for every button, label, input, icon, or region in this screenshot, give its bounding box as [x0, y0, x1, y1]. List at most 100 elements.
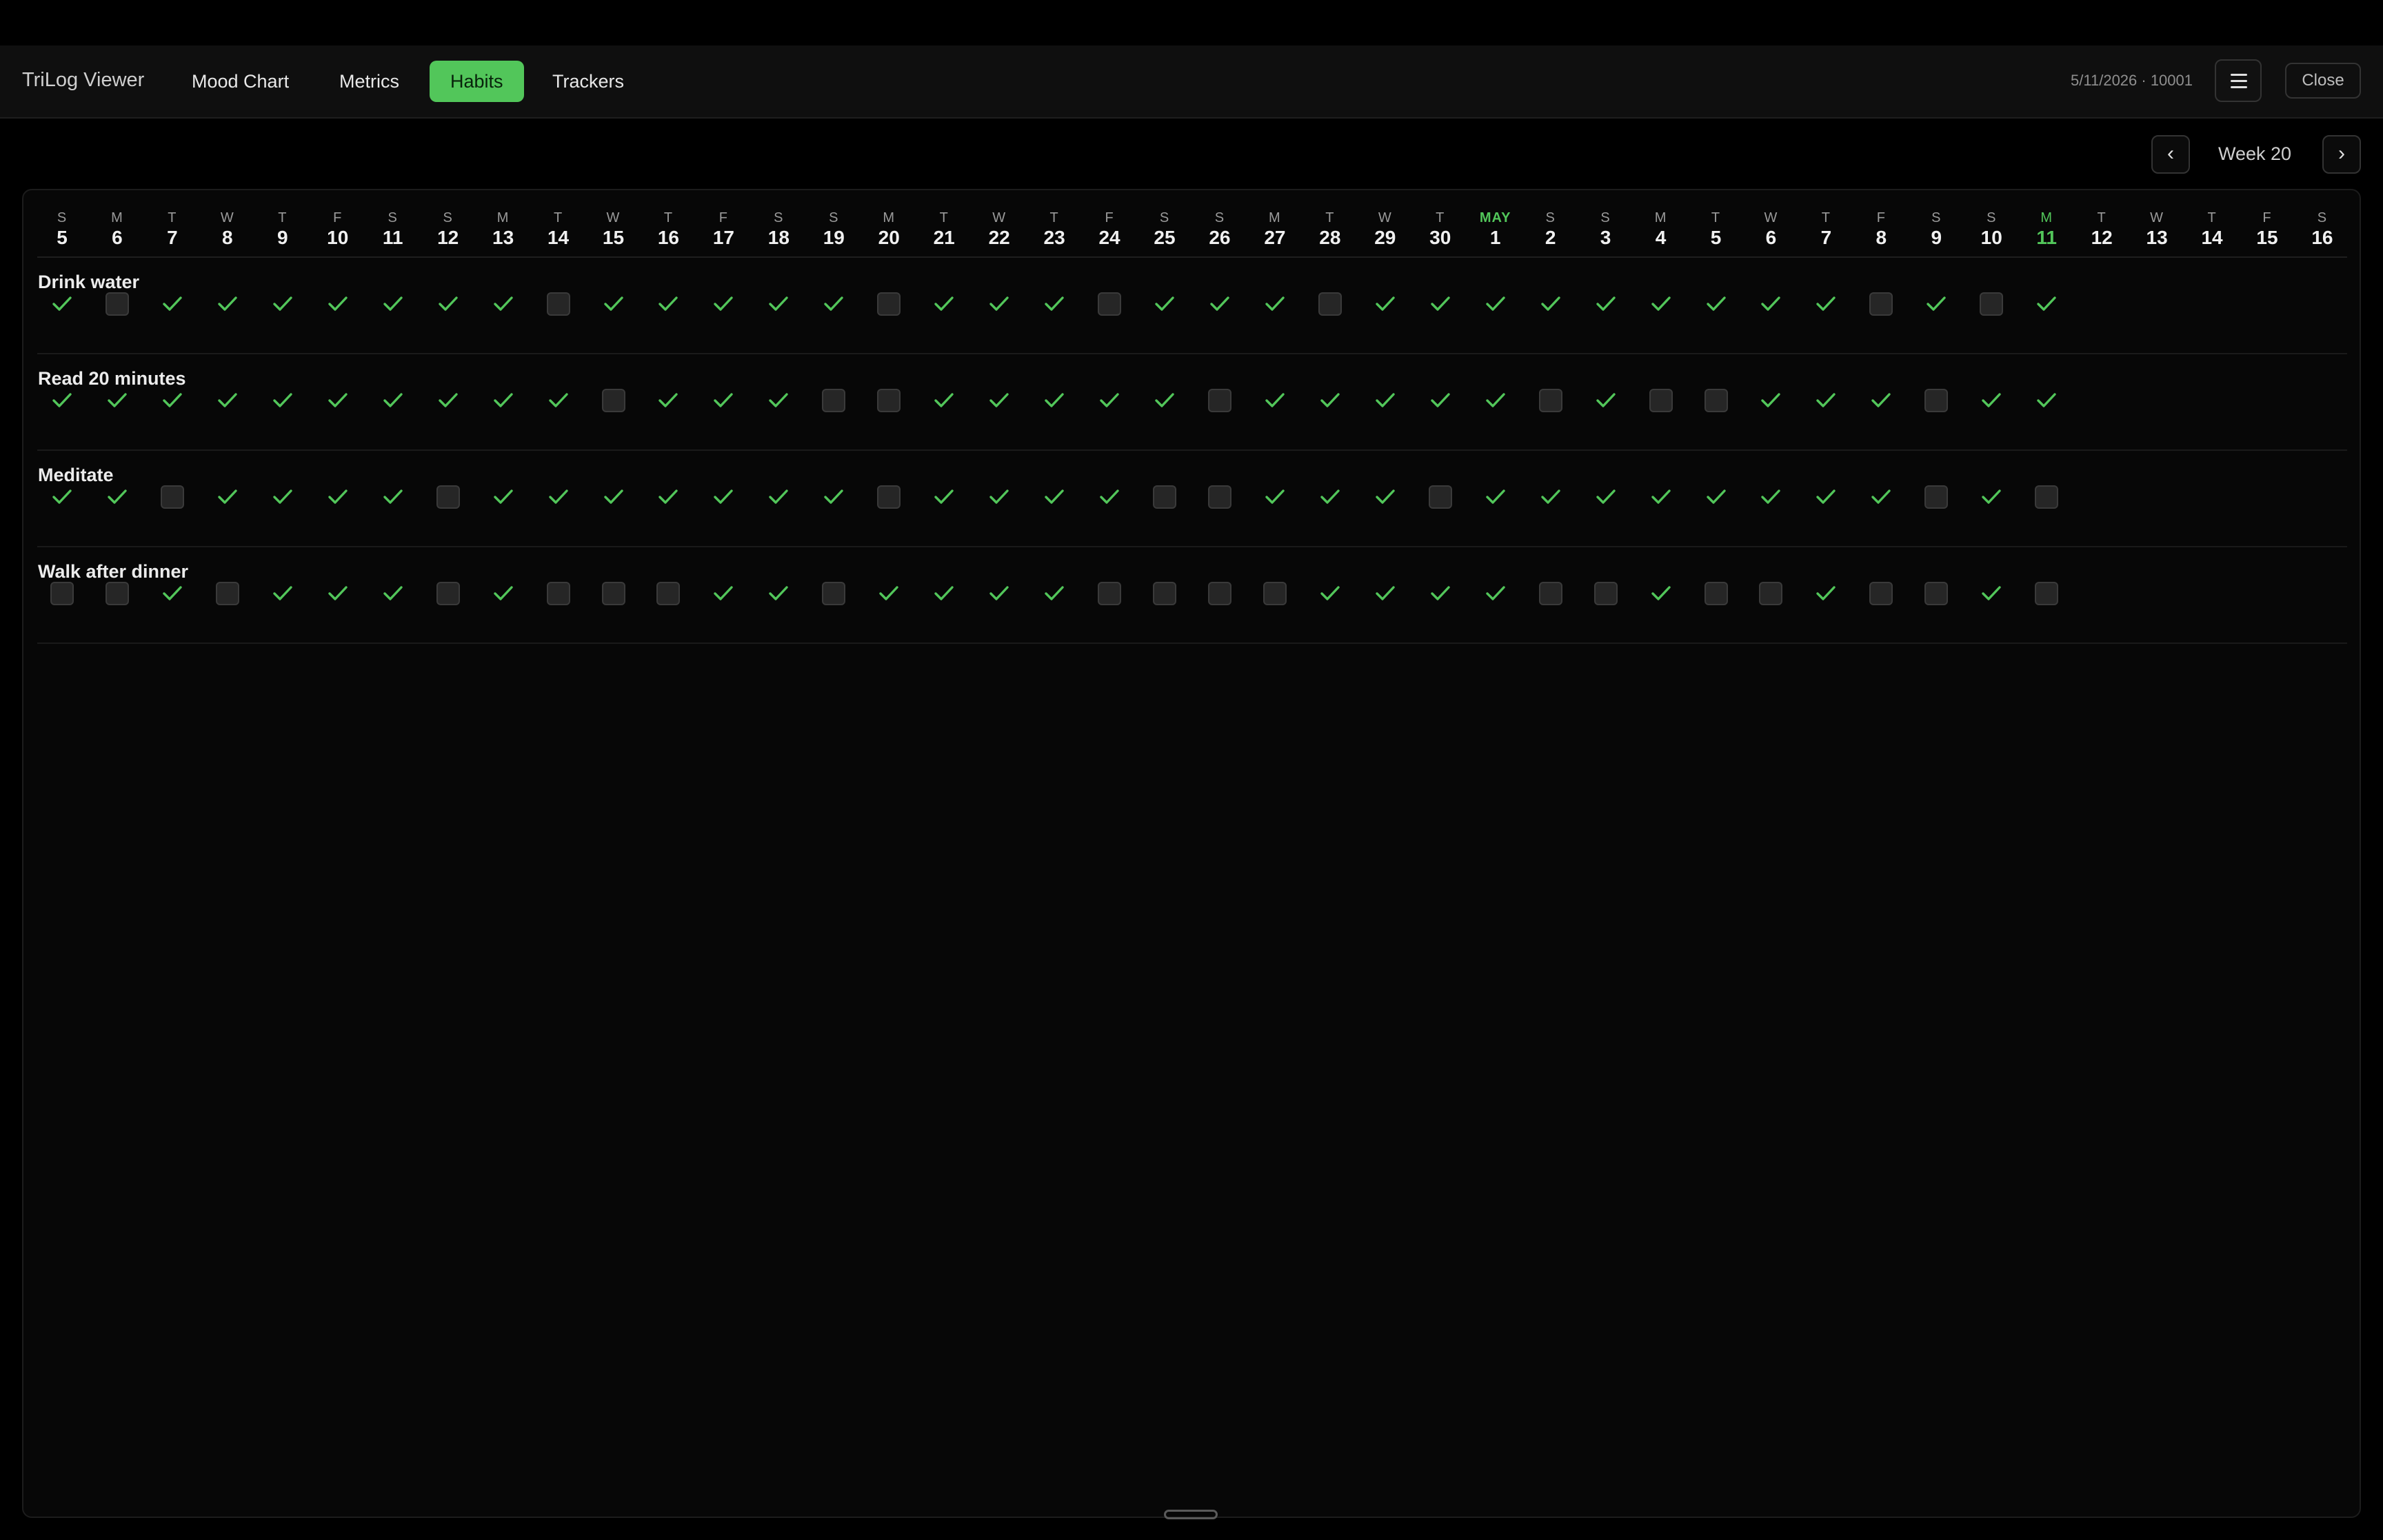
habit-check-done[interactable] — [1538, 292, 1563, 317]
prev-week-button[interactable]: ‹ — [2151, 135, 2190, 174]
habit-check-done[interactable] — [1318, 582, 1343, 607]
habit-check-done[interactable] — [1704, 292, 1729, 317]
habit-check-done[interactable] — [1318, 389, 1343, 414]
habit-check-done[interactable] — [325, 389, 350, 414]
habit-check-done[interactable] — [1758, 485, 1783, 510]
habit-check-done[interactable] — [160, 389, 185, 414]
habit-check-done[interactable] — [932, 485, 956, 510]
habit-check-done[interactable] — [1483, 485, 1508, 510]
habit-check-done[interactable] — [270, 389, 295, 414]
tab-habits[interactable]: Habits — [430, 61, 524, 102]
habit-check-done[interactable] — [50, 292, 74, 317]
habit-check-empty[interactable] — [1924, 389, 1949, 412]
habit-check-done[interactable] — [215, 292, 240, 317]
habit-check-done[interactable] — [1813, 582, 1838, 607]
habit-check-done[interactable] — [876, 582, 901, 607]
habit-check-empty[interactable] — [436, 582, 460, 605]
habit-check-done[interactable] — [215, 485, 240, 510]
habit-check-done[interactable] — [270, 292, 295, 317]
habit-check-done[interactable] — [1924, 292, 1949, 317]
habit-check-done[interactable] — [821, 485, 846, 510]
habit-check-done[interactable] — [1649, 485, 1673, 510]
habit-check-done[interactable] — [766, 485, 791, 510]
habit-check-done[interactable] — [656, 485, 681, 510]
habit-check-done[interactable] — [50, 485, 74, 510]
habit-check-done[interactable] — [656, 292, 681, 317]
habit-check-done[interactable] — [491, 389, 516, 414]
habit-check-done[interactable] — [1428, 582, 1453, 607]
habit-check-done[interactable] — [1869, 485, 1893, 510]
habit-check-done[interactable] — [491, 485, 516, 510]
habit-check-done[interactable] — [1593, 389, 1618, 414]
habit-check-done[interactable] — [381, 389, 405, 414]
habit-check-done[interactable] — [1813, 485, 1838, 510]
habit-check-done[interactable] — [491, 292, 516, 317]
habit-check-done[interactable] — [160, 582, 185, 607]
habit-check-empty[interactable] — [1538, 389, 1562, 412]
habit-check-empty[interactable] — [436, 485, 460, 509]
habit-check-empty[interactable] — [1428, 485, 1452, 509]
habit-check-done[interactable] — [1152, 292, 1177, 317]
habit-check-empty[interactable] — [1207, 485, 1231, 509]
habit-check-done[interactable] — [1649, 582, 1673, 607]
habit-check-done[interactable] — [766, 292, 791, 317]
habit-check-done[interactable] — [436, 389, 461, 414]
resize-handle[interactable] — [1164, 1510, 1218, 1519]
habit-check-done[interactable] — [1813, 389, 1838, 414]
habit-check-done[interactable] — [1152, 389, 1177, 414]
habit-check-done[interactable] — [1263, 389, 1287, 414]
habit-check-empty[interactable] — [822, 389, 846, 412]
habit-check-empty[interactable] — [1924, 582, 1949, 605]
habit-check-empty[interactable] — [1980, 292, 2004, 316]
habit-check-done[interactable] — [436, 292, 461, 317]
habit-check-empty[interactable] — [601, 582, 625, 605]
habit-check-empty[interactable] — [105, 582, 129, 605]
habit-check-done[interactable] — [325, 582, 350, 607]
habit-check-empty[interactable] — [2035, 485, 2059, 509]
habit-check-done[interactable] — [932, 389, 956, 414]
habit-check-done[interactable] — [1373, 389, 1398, 414]
habit-check-done[interactable] — [381, 582, 405, 607]
habit-check-done[interactable] — [766, 389, 791, 414]
habit-check-done[interactable] — [987, 485, 1012, 510]
habit-check-done[interactable] — [1318, 485, 1343, 510]
habit-check-done[interactable] — [105, 389, 130, 414]
next-week-button[interactable]: › — [2322, 135, 2361, 174]
habit-check-done[interactable] — [656, 389, 681, 414]
habit-check-empty[interactable] — [1098, 292, 1122, 316]
habit-check-done[interactable] — [1373, 485, 1398, 510]
habit-check-done[interactable] — [1042, 485, 1067, 510]
habit-check-done[interactable] — [2034, 292, 2059, 317]
habit-check-empty[interactable] — [105, 292, 129, 316]
habit-check-done[interactable] — [2034, 389, 2059, 414]
habit-check-done[interactable] — [1483, 582, 1508, 607]
habit-check-done[interactable] — [1428, 292, 1453, 317]
habit-check-done[interactable] — [987, 389, 1012, 414]
habit-check-empty[interactable] — [546, 292, 570, 316]
habit-check-empty[interactable] — [1207, 389, 1231, 412]
habit-check-empty[interactable] — [1538, 582, 1562, 605]
habit-check-empty[interactable] — [1098, 582, 1122, 605]
habit-check-done[interactable] — [1704, 485, 1729, 510]
habit-check-empty[interactable] — [50, 582, 74, 605]
habit-check-done[interactable] — [987, 292, 1012, 317]
habit-check-done[interactable] — [325, 485, 350, 510]
habit-check-done[interactable] — [1263, 485, 1287, 510]
habit-check-done[interactable] — [491, 582, 516, 607]
habit-check-done[interactable] — [711, 582, 736, 607]
habit-check-empty[interactable] — [215, 582, 239, 605]
close-button[interactable]: Close — [2285, 63, 2361, 99]
habit-check-done[interactable] — [160, 292, 185, 317]
habit-check-done[interactable] — [711, 292, 736, 317]
tab-mood-chart[interactable]: Mood Chart — [171, 61, 310, 102]
habit-check-done[interactable] — [932, 582, 956, 607]
habit-check-empty[interactable] — [656, 582, 681, 605]
habit-check-done[interactable] — [381, 485, 405, 510]
habit-check-empty[interactable] — [1869, 582, 1893, 605]
habit-check-empty[interactable] — [1869, 292, 1893, 316]
habit-check-done[interactable] — [1042, 582, 1067, 607]
habit-check-done[interactable] — [1042, 389, 1067, 414]
habit-check-empty[interactable] — [877, 389, 901, 412]
habit-check-empty[interactable] — [1263, 582, 1287, 605]
habit-check-done[interactable] — [601, 292, 626, 317]
